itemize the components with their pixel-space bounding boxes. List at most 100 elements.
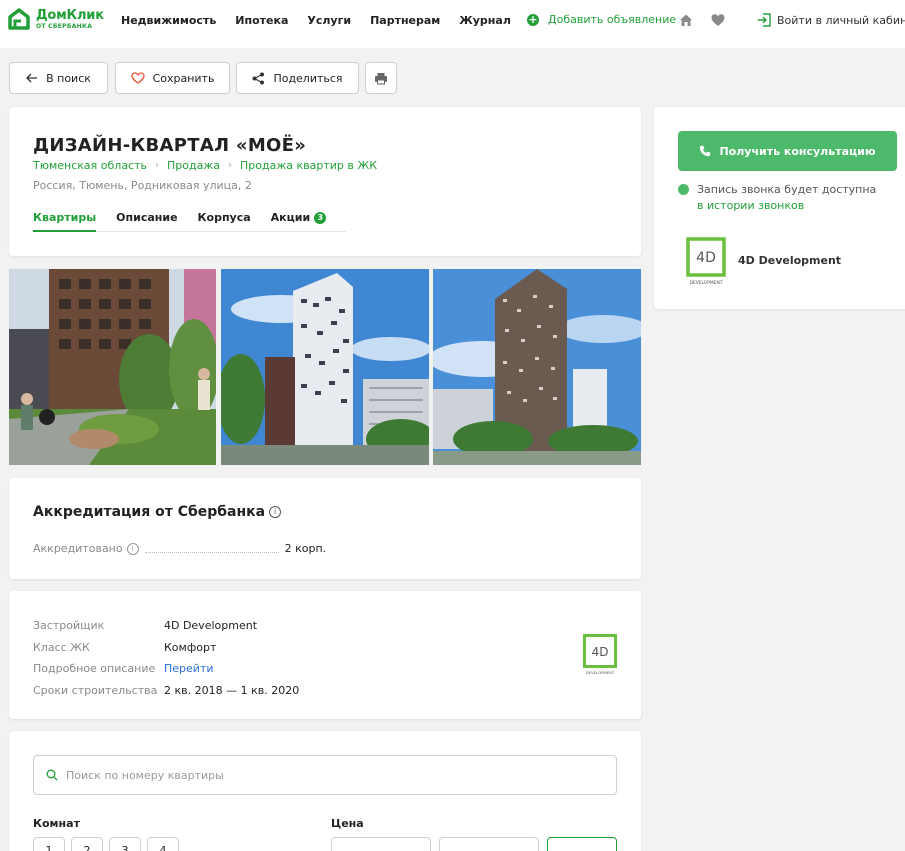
printer-icon: [375, 72, 387, 84]
nav-partners[interactable]: Партнерам: [370, 14, 440, 27]
tab-promotions-label: Акции: [270, 211, 311, 224]
back-label: В поиск: [46, 71, 91, 85]
info-icon[interactable]: i: [269, 506, 282, 518]
tab-apartments[interactable]: Квартиры: [33, 211, 97, 232]
tab-description[interactable]: Описание: [116, 211, 177, 232]
price-to-input[interactable]: [439, 837, 539, 851]
plus-icon: +: [527, 12, 539, 26]
promo-count-badge: 3: [314, 212, 327, 224]
breadcrumb-flats[interactable]: Продажа квартир в ЖК: [240, 159, 377, 172]
rooms-1-button[interactable]: 1: [33, 837, 65, 851]
nav-services[interactable]: Услуги: [307, 14, 351, 27]
developer-logo[interactable]: 4D DEVELOPMENT: [686, 237, 728, 287]
logo-subtitle: ОТ СБЕРБАНКА: [36, 22, 93, 30]
detail-row-developer: Застройщик 4D Development: [33, 615, 299, 637]
consultation-label: Получить консультацию: [719, 144, 876, 158]
gallery-photo-1[interactable]: [9, 269, 216, 465]
accreditation-row: Аккредитовано i 2 корп.: [33, 542, 326, 555]
price-currency-select[interactable]: [547, 837, 617, 851]
detail-key: Сроки строительства: [33, 683, 158, 697]
tab-promotions[interactable]: Акции 3: [271, 211, 327, 232]
tab-buildings[interactable]: Корпуса: [198, 211, 251, 232]
accreditation-title: Аккредитация от Сбербанка i: [33, 504, 282, 520]
filters-card: Комнат Цена 1 2 3 4: [9, 731, 641, 851]
print-button[interactable]: [365, 62, 397, 94]
developer-logo-small: 4D DEVELOPMENT: [583, 634, 617, 675]
tower-white-image: [221, 269, 429, 465]
logo-title: ДомКлик: [36, 7, 104, 23]
detail-key: Застройщик: [33, 619, 105, 633]
detail-value: 4D Development: [164, 619, 258, 633]
logo-4d-text: 4D: [696, 250, 716, 266]
nav-realty[interactable]: Недвижимость: [121, 14, 216, 27]
nav-journal[interactable]: Журнал: [459, 14, 511, 27]
accreditation-label: Аккредитовано: [33, 542, 123, 555]
detail-value: 2 кв. 2018 — 1 кв. 2020: [164, 683, 300, 697]
apartment-search-input[interactable]: [66, 768, 566, 782]
home-icon[interactable]: [678, 12, 694, 28]
detail-key: Класс ЖК: [33, 640, 90, 654]
logo-4d-text: 4D: [592, 645, 609, 659]
price-from-input[interactable]: [331, 837, 431, 851]
breadcrumb-region[interactable]: Тюменская область: [33, 159, 147, 172]
developer-name[interactable]: 4D Development: [738, 254, 841, 267]
chevron-right-icon: ›: [228, 160, 232, 171]
detail-row-description: Подробное описание Перейти: [33, 658, 299, 680]
arrow-left-icon: [26, 73, 38, 83]
share-label: Поделиться: [273, 71, 343, 85]
apartment-search-field[interactable]: [33, 755, 617, 795]
back-to-search-button[interactable]: В поиск: [9, 62, 108, 94]
complex-address: Россия, Тюмень, Родниковая улица, 2: [33, 179, 252, 192]
add-ad-link[interactable]: + Добавить объявление: [527, 13, 676, 26]
share-icon: [252, 72, 265, 84]
go-to-description-link[interactable]: Перейти: [164, 662, 214, 675]
main-nav: Недвижимость Ипотека Услуги Партнерам Жу…: [121, 0, 530, 40]
dotted-leader: [144, 545, 279, 553]
accreditation-value: 2 корп.: [284, 542, 327, 555]
detail-row-deadline: Сроки строительства 2 кв. 2018 — 1 кв. 20…: [33, 680, 299, 702]
page-title: ДИЗАЙН-КВАРТАЛ «МОЁ»: [33, 135, 307, 156]
chevron-right-icon: ›: [155, 160, 160, 171]
logo-development-text: DEVELOPMENT: [690, 280, 723, 286]
rooms-4-button[interactable]: 4: [147, 837, 179, 851]
courtyard-image: [9, 269, 216, 465]
call-note-text: Запись звонка будет доступна: [697, 183, 877, 196]
tower-dark-image: [433, 269, 641, 465]
rooms-2-button[interactable]: 2: [71, 837, 103, 851]
accreditation-title-text: Аккредитация от Сбербанка: [33, 504, 266, 520]
complex-info-card: ДИЗАЙН-КВАРТАЛ «МОЁ» Тюменская область ›…: [9, 107, 641, 256]
detail-row-class: Класс ЖК Комфорт: [33, 637, 299, 659]
domclick-logo[interactable]: ДомКлик ОТ СБЕРБАНКА: [8, 7, 104, 31]
call-record-note: Запись звонка будет доступна в истории з…: [678, 183, 876, 212]
consultation-card: Получить консультацию Запись звонка буде…: [654, 107, 905, 309]
search-icon: [46, 769, 58, 781]
complex-tabs: Квартиры Описание Корпуса Акции 3: [33, 211, 347, 232]
info-icon[interactable]: i: [126, 542, 139, 555]
detail-value: Комфорт: [164, 640, 217, 654]
get-consultation-button[interactable]: Получить консультацию: [678, 131, 897, 171]
accreditation-card: Аккредитация от Сбербанка i Аккредитован…: [9, 478, 641, 579]
call-history-link[interactable]: в истории звонков: [697, 199, 876, 212]
login-label: Войти в личный кабинет: [777, 13, 905, 27]
share-button[interactable]: Поделиться: [236, 62, 359, 94]
gallery-photo-3[interactable]: [433, 269, 641, 465]
gallery-photo-2[interactable]: [221, 269, 429, 465]
clock-icon: [678, 184, 689, 195]
house-logo-icon: [8, 8, 30, 30]
top-header: ДомКлик ОТ СБЕРБАНКА Недвижимость Ипотек…: [0, 0, 905, 48]
save-label: Сохранить: [152, 71, 215, 85]
nav-mortgage[interactable]: Ипотека: [235, 14, 288, 27]
breadcrumb: Тюменская область › Продажа › Продажа кв…: [33, 159, 377, 172]
details-list: Застройщик 4D Development Класс ЖК Комфорт…: [33, 615, 299, 701]
login-link[interactable]: Войти в личный кабинет: [757, 13, 905, 27]
favorites-heart-icon[interactable]: [710, 12, 726, 28]
phone-icon: [700, 145, 711, 157]
login-icon: [758, 13, 771, 27]
price-label: Цена: [331, 817, 364, 830]
breadcrumb-sale[interactable]: Продажа: [167, 159, 220, 172]
heart-outline-icon: [130, 72, 145, 84]
rooms-3-button[interactable]: 3: [109, 837, 141, 851]
save-button[interactable]: Сохранить: [115, 62, 230, 94]
add-ad-label: Добавить объявление: [548, 13, 677, 26]
logo-development-text: DEVELOPMENT: [586, 670, 615, 675]
